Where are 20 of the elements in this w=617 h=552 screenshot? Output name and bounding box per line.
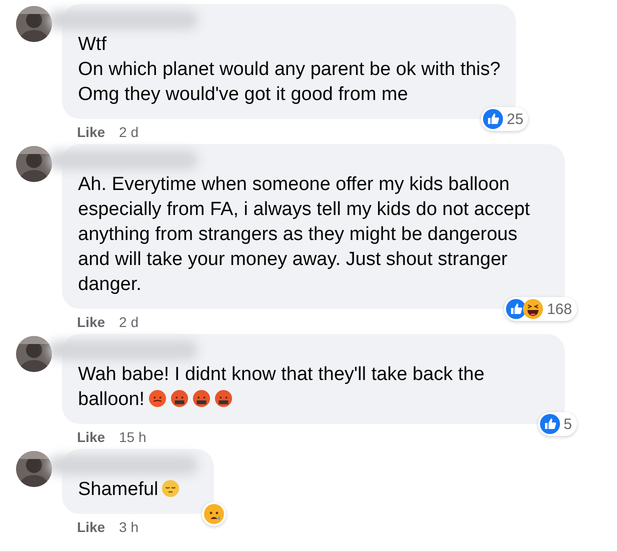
like-link[interactable]: Like (77, 314, 106, 330)
comment-text: On which planet would any parent be ok with this? (78, 58, 500, 82)
comment-text: Shameful (78, 477, 198, 502)
like-link[interactable]: Like (77, 519, 106, 535)
like-link[interactable]: Like (77, 429, 106, 445)
reaction-badge[interactable]: 25 (480, 107, 528, 131)
comment-text: Ah. Everytime when someone offer my kids balloon especially from FA, i always tell my kids do not accept anything from strangers as they might be dangerous and will take your money away. Just shout stranger danger. (78, 173, 531, 297)
comment-time: 2 d (119, 314, 138, 330)
comment-text: Omg they would've got it good from me (78, 83, 409, 107)
reaction-badge[interactable]: 5 (538, 412, 577, 436)
reaction-badge[interactable]: 168 (504, 297, 577, 321)
reaction-count: 25 (506, 110, 524, 128)
comment-time: 15 h (119, 429, 146, 445)
comment-text: Wah babe! I didnt know that they'll take back the balloon! (78, 363, 486, 412)
comment-time: 2 d (119, 124, 138, 140)
like-link[interactable]: Like (77, 124, 106, 140)
comment-time: 3 h (119, 519, 138, 535)
reaction-count: 168 (546, 300, 572, 318)
reaction-count: 5 (564, 416, 572, 432)
comment-text: Wtf (78, 33, 108, 57)
